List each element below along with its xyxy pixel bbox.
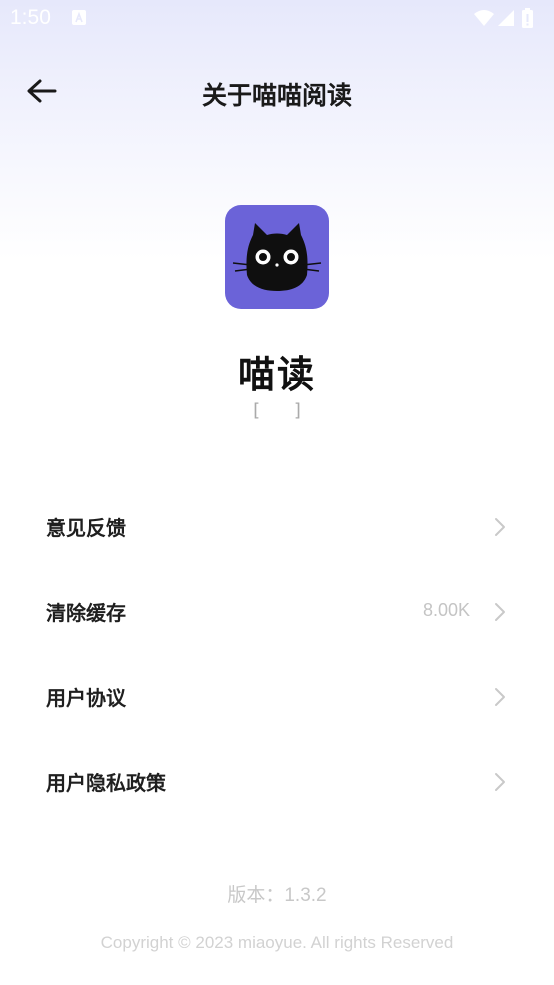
wifi-icon: [474, 10, 494, 26]
signal-icon: [498, 10, 514, 26]
chevron-right-icon: [495, 518, 505, 536]
menu-item-user-agreement[interactable]: 用户协议: [0, 654, 554, 739]
app-logo: [225, 205, 329, 309]
version-text: 版本：1.3.2: [227, 885, 327, 906]
app-subtitle: [ ]: [253, 400, 315, 421]
app-name: 喵读: [238, 353, 316, 396]
notification-icon: [72, 10, 86, 25]
status-icons: [472, 8, 544, 28]
menu-item-label: 用户协议: [46, 686, 126, 710]
chevron-right-icon: [495, 688, 505, 706]
menu-item-privacy-policy[interactable]: 用户隐私政策: [0, 739, 554, 824]
settings-menu: 意见反馈 清除缓存 8.00K 用户协议 用户隐私政策: [0, 484, 554, 824]
menu-item-feedback[interactable]: 意见反馈: [0, 484, 554, 569]
menu-item-clear-cache[interactable]: 清除缓存 8.00K: [0, 569, 554, 654]
page-title: 关于喵喵阅读: [201, 81, 352, 110]
top-app-bar: 关于喵喵阅读: [0, 62, 554, 120]
chevron-right-icon: [495, 603, 505, 621]
black-cat-logo: [232, 223, 322, 291]
menu-item-label: 用户隐私政策: [46, 771, 166, 795]
cache-size-value: 8.00K: [422, 600, 470, 620]
menu-item-label: 清除缓存: [46, 601, 126, 625]
status-bar: 1:50: [0, 0, 554, 38]
chevron-right-icon: [495, 773, 505, 791]
battery-icon: [522, 8, 533, 28]
menu-item-label: 意见反馈: [46, 516, 126, 540]
status-time: 1:50: [10, 6, 51, 29]
copyright-text: Copyright © 2023 miaoyue. All rights Res…: [100, 933, 454, 952]
